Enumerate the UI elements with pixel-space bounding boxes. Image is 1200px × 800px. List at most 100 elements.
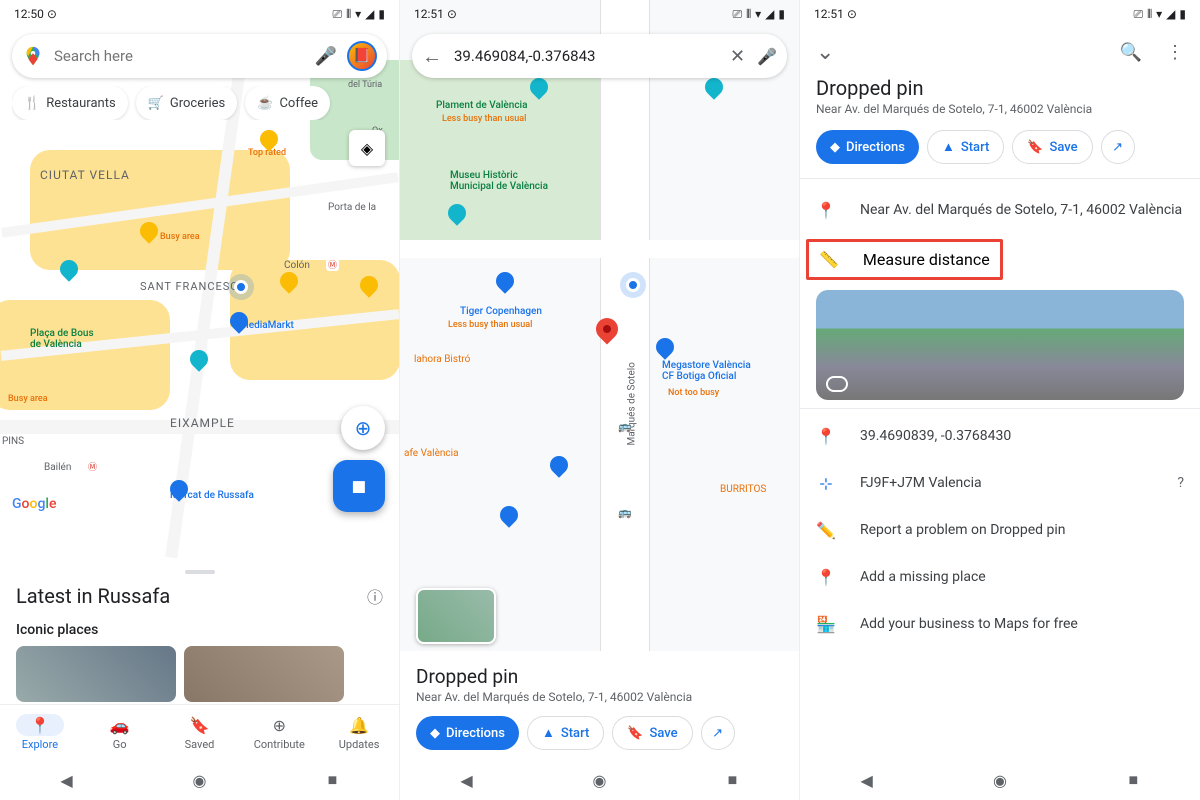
back-arrow-icon[interactable]: ← bbox=[422, 44, 442, 69]
search-input[interactable] bbox=[54, 47, 305, 65]
nav-updates[interactable]: 🔔Updates bbox=[319, 705, 399, 760]
poi-pin-teal[interactable] bbox=[186, 346, 211, 371]
map-label-badge: Busy area bbox=[160, 232, 200, 242]
start-button[interactable]: ▲Start bbox=[527, 716, 604, 750]
map-label-district: SANT FRANCESC bbox=[140, 280, 238, 293]
page-title: Dropped pin bbox=[816, 76, 1184, 100]
poi-pin-blue[interactable] bbox=[492, 268, 517, 293]
search-icon[interactable]: 🔍 bbox=[1120, 42, 1142, 63]
place-card-row[interactable] bbox=[16, 646, 383, 702]
pin-outline-icon: 📍 bbox=[816, 201, 836, 220]
poi-pin-teal[interactable] bbox=[701, 74, 726, 99]
place-card[interactable] bbox=[16, 646, 176, 702]
save-button[interactable]: 🔖Save bbox=[1012, 130, 1092, 164]
directions-button[interactable]: ◆Directions bbox=[816, 130, 919, 164]
vibrate-icon: ⫴ bbox=[746, 8, 751, 20]
clock: 12:51 bbox=[814, 7, 844, 21]
measure-distance-row[interactable]: 📏 Measure distance bbox=[806, 239, 1003, 280]
chip-restaurants[interactable]: 🍴Restaurants bbox=[12, 86, 128, 120]
address-row[interactable]: 📍 Near Av. del Marqués de Sotelo, 7-1, 4… bbox=[816, 183, 1184, 235]
home-button[interactable]: ◉ bbox=[191, 771, 209, 789]
dropped-pin-marker[interactable] bbox=[596, 318, 618, 348]
streetview-thumbnail[interactable] bbox=[416, 588, 496, 644]
more-menu-icon[interactable]: ⋮ bbox=[1166, 42, 1184, 63]
start-button[interactable]: ▲Start bbox=[927, 130, 1004, 164]
map-label-badge: Less busy than usual bbox=[448, 320, 532, 330]
map-label-poi[interactable]: Plament de València bbox=[436, 100, 528, 111]
map-label-badge: Less busy than usual bbox=[442, 114, 526, 124]
current-location-dot bbox=[234, 280, 248, 294]
add-pin-icon: 📍 bbox=[816, 568, 836, 587]
chip-coffee[interactable]: ☕Coffee bbox=[245, 86, 330, 120]
recents-button[interactable]: ■ bbox=[324, 771, 342, 789]
add-place-row[interactable]: 📍 Add a missing place bbox=[816, 554, 1184, 601]
recents-button[interactable]: ■ bbox=[724, 771, 742, 789]
pill-label: Save bbox=[650, 726, 678, 741]
my-location-button[interactable]: ⊕ bbox=[341, 406, 385, 450]
bottom-sheet-pin[interactable]: Dropped pin Near Av. del Marqués de Sote… bbox=[400, 651, 799, 760]
map-label-poi[interactable]: Megastore València CF Botiga Oficial bbox=[662, 360, 751, 382]
system-nav: ◀ ◉ ■ bbox=[400, 760, 799, 800]
map-label-poi[interactable]: lahora Bistró bbox=[414, 354, 470, 365]
layers-button[interactable]: ◈ bbox=[349, 130, 385, 166]
recents-button[interactable]: ■ bbox=[1124, 771, 1142, 789]
map-label-poi[interactable]: afe València bbox=[404, 448, 459, 459]
search-value[interactable]: 39.469084,-0.376843 bbox=[454, 47, 718, 65]
back-button[interactable]: ◀ bbox=[858, 771, 876, 789]
info-icon[interactable]: ⓘ bbox=[367, 584, 383, 608]
home-button[interactable]: ◉ bbox=[591, 771, 609, 789]
add-business-row[interactable]: 🏪 Add your business to Maps for free bbox=[816, 601, 1184, 648]
streetview-preview[interactable] bbox=[816, 290, 1184, 400]
bookmark-icon: 🔖 bbox=[1027, 140, 1043, 155]
poi-pin-blue[interactable] bbox=[652, 334, 677, 359]
mic-icon[interactable]: 🎤 bbox=[315, 46, 337, 67]
detail-content[interactable]: Dropped pin Near Av. del Marqués de Sote… bbox=[800, 76, 1200, 648]
poi-pin-blue[interactable] bbox=[496, 502, 521, 527]
bus-stop-icon[interactable]: 🚌 bbox=[618, 420, 632, 433]
place-card[interactable] bbox=[184, 646, 344, 702]
category-chip-row: 🍴Restaurants 🛒Groceries ☕Coffee bbox=[12, 86, 399, 120]
wifi-icon: ▾ bbox=[355, 8, 361, 20]
map-label-poi[interactable]: Tiger Copenhagen bbox=[460, 306, 542, 317]
wifi-icon: ▾ bbox=[755, 8, 761, 20]
back-button[interactable]: ◀ bbox=[458, 771, 476, 789]
coordinates-row[interactable]: 📍 39.4690839, -0.3768430 bbox=[816, 413, 1184, 460]
account-avatar[interactable]: 📕 bbox=[347, 41, 377, 71]
sheet-handle[interactable] bbox=[185, 570, 215, 574]
save-button[interactable]: 🔖Save bbox=[612, 716, 692, 750]
report-label: Report a problem on Dropped pin bbox=[860, 522, 1066, 538]
map-label-district: PINS bbox=[2, 436, 24, 447]
sheet-title: Dropped pin bbox=[416, 665, 783, 688]
share-button[interactable]: ↗ bbox=[701, 716, 735, 750]
directions-icon: ◆ bbox=[430, 726, 440, 741]
nav-explore[interactable]: 📍Explore bbox=[0, 705, 80, 760]
directions-icon: ◆ bbox=[344, 471, 374, 501]
collapse-chevron-icon[interactable]: ⌄ bbox=[816, 40, 834, 65]
help-icon[interactable]: ? bbox=[1177, 475, 1184, 491]
nav-go[interactable]: 🚗Go bbox=[80, 705, 160, 760]
action-pill-row: ◆Directions ▲Start 🔖Save ↗ bbox=[416, 716, 783, 750]
map-label-poi[interactable]: BURRITOS bbox=[720, 484, 766, 495]
home-button[interactable]: ◉ bbox=[991, 771, 1009, 789]
bell-icon: 🔔 bbox=[349, 714, 369, 736]
map-label-poi[interactable]: Museu Històric Municipal de València bbox=[450, 170, 548, 192]
navigate-icon: ▲ bbox=[942, 139, 955, 155]
share-button[interactable]: ↗ bbox=[1101, 130, 1135, 164]
nav-contribute[interactable]: ⊕Contribute bbox=[239, 705, 319, 760]
back-button[interactable]: ◀ bbox=[58, 771, 76, 789]
report-problem-row[interactable]: ✏️ Report a problem on Dropped pin bbox=[816, 507, 1184, 554]
search-bar[interactable]: ← 39.469084,-0.376843 ✕ 🎤 bbox=[412, 34, 787, 78]
poi-pin-blue[interactable] bbox=[546, 452, 571, 477]
clear-icon[interactable]: ✕ bbox=[730, 46, 745, 67]
directions-fab[interactable]: ◆ bbox=[333, 460, 385, 512]
plus-code-row[interactable]: ⊹FJ9F+J7M Valencia ? bbox=[816, 460, 1184, 507]
chip-groceries[interactable]: 🛒Groceries bbox=[136, 86, 238, 120]
chip-label: Restaurants bbox=[46, 96, 115, 111]
mic-icon[interactable]: 🎤 bbox=[757, 47, 777, 66]
search-bar[interactable]: 🎤 📕 bbox=[12, 34, 387, 78]
nav-saved[interactable]: 🔖Saved bbox=[160, 705, 240, 760]
map-label-poi[interactable]: Plaça de Bous de València bbox=[30, 328, 94, 350]
screen-pin-details: 12:51 ⊙ ⎚⫴▾◢▮ ⌄ 🔍 ⋮ Dropped pin Near Av.… bbox=[800, 0, 1200, 800]
directions-button[interactable]: ◆Directions bbox=[416, 716, 519, 750]
bus-stop-icon[interactable]: 🚌 bbox=[618, 506, 632, 519]
